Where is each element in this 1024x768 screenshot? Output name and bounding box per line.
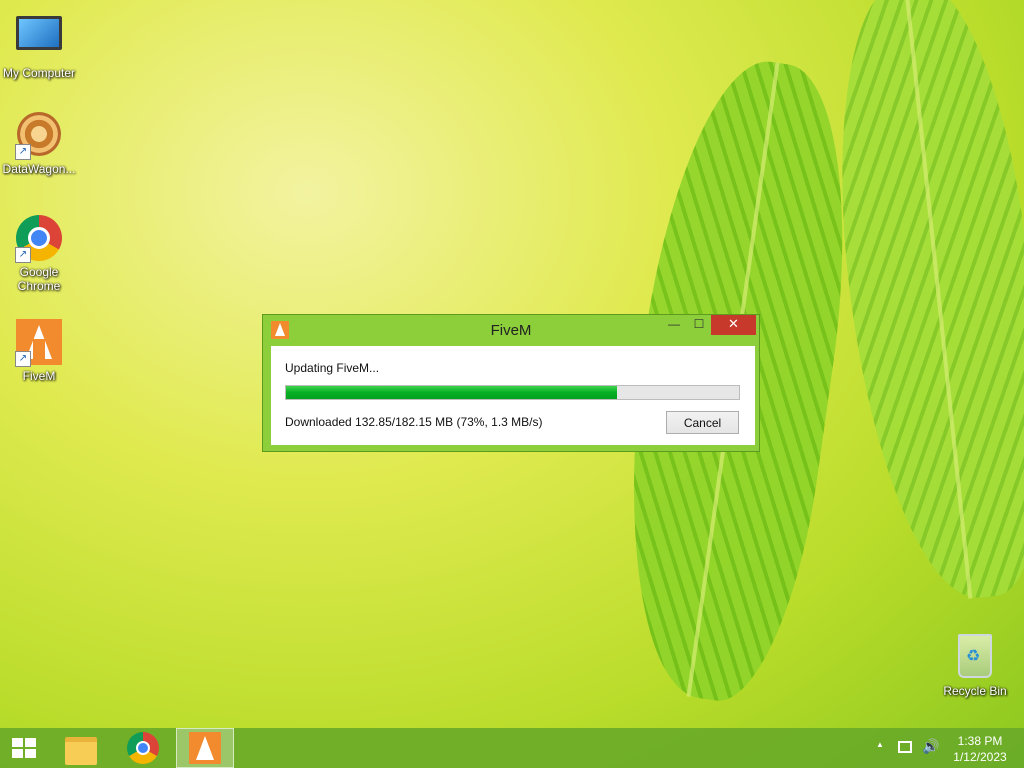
- clock-time: 1:38 PM: [957, 734, 1003, 748]
- desktop-icon-recycle-bin[interactable]: Recycle Bin: [937, 630, 1013, 698]
- close-button[interactable]: ✕: [711, 315, 756, 335]
- start-button[interactable]: [0, 728, 48, 768]
- taskbar-chrome[interactable]: [114, 728, 172, 768]
- fivem-icon: ↗: [15, 319, 63, 367]
- dialog-title-bar[interactable]: FiveM — ☐ ✕: [263, 315, 759, 345]
- shortcut-arrow-icon: ↗: [15, 144, 31, 160]
- shortcut-arrow-icon: ↗: [15, 247, 31, 263]
- minimize-button[interactable]: —: [661, 315, 687, 335]
- taskbar: ▲ 🔊 1:38 PM 1/12/2023: [0, 728, 1024, 768]
- maximize-button[interactable]: ☐: [687, 315, 711, 335]
- show-hidden-icons-button[interactable]: ▲: [876, 740, 884, 749]
- volume-icon[interactable]: 🔊: [922, 738, 939, 755]
- folder-icon: [65, 737, 97, 765]
- datawagon-icon: ↗: [15, 112, 63, 160]
- progress-bar-fill: [286, 386, 617, 399]
- network-icon[interactable]: [898, 741, 912, 753]
- dialog-content: Updating FiveM... Downloaded 132.85/182.…: [271, 346, 755, 445]
- chrome-icon: [127, 732, 159, 764]
- desktop-icon-label: DataWagon...: [2, 162, 76, 176]
- taskbar-file-explorer[interactable]: [52, 728, 110, 768]
- desktop-icon-label: Google Chrome: [17, 265, 61, 293]
- taskbar-fivem[interactable]: [176, 728, 234, 768]
- desktop-icon-fivem[interactable]: ↗ FiveM: [1, 318, 77, 383]
- desktop-icon-chrome[interactable]: ↗ Google Chrome: [1, 214, 77, 293]
- desktop-icon-my-computer[interactable]: My Computer: [1, 8, 77, 80]
- progress-bar: [285, 385, 740, 400]
- clock-date: 1/12/2023: [953, 750, 1007, 764]
- system-clock[interactable]: 1:38 PM 1/12/2023: [950, 733, 1010, 765]
- computer-icon: [15, 16, 63, 64]
- chrome-icon: ↗: [15, 215, 63, 263]
- shortcut-arrow-icon: ↗: [15, 351, 31, 367]
- windows-logo-icon: [12, 738, 36, 758]
- download-progress-text: Downloaded 132.85/182.15 MB (73%, 1.3 MB…: [285, 415, 543, 429]
- status-text: Updating FiveM...: [285, 361, 380, 375]
- cancel-button[interactable]: Cancel: [666, 411, 739, 434]
- wallpaper-leaf: [818, 0, 1024, 608]
- desktop-icon-label: My Computer: [2, 66, 76, 80]
- fivem-update-dialog: FiveM — ☐ ✕ Updating FiveM... Downloaded…: [262, 314, 760, 452]
- desktop-icon-label: FiveM: [22, 369, 56, 383]
- desktop-icon-datawagon[interactable]: ↗ DataWagon...: [1, 110, 77, 176]
- desktop-icon-label: Recycle Bin: [943, 684, 1007, 698]
- fivem-icon: [189, 732, 221, 764]
- recycle-bin-icon: [951, 634, 999, 682]
